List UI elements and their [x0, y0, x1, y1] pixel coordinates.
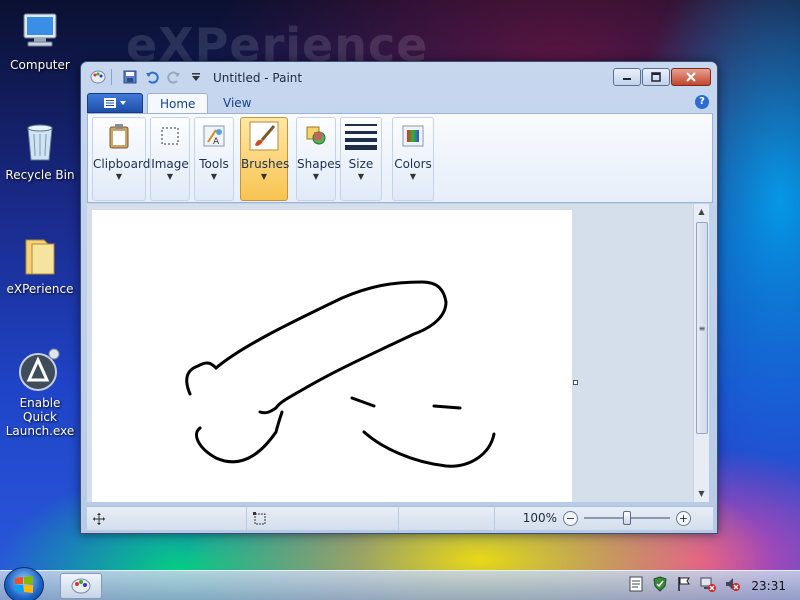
maximize-button[interactable]	[642, 68, 670, 86]
tools-icon: A	[198, 120, 230, 152]
taskbar-button-paint[interactable]	[60, 573, 102, 599]
desktop-icon-label: eXPerience	[6, 282, 74, 296]
close-icon	[686, 72, 696, 82]
image-size-section	[399, 507, 495, 531]
ribbon-group-size[interactable]: Size ▼	[340, 117, 382, 201]
ribbon-group-shapes[interactable]: Shapes ▼	[296, 117, 341, 201]
taskbar-clock[interactable]: 23:31	[751, 579, 786, 593]
quick-access-toolbar	[89, 69, 205, 85]
title-bar[interactable]: Untitled - Paint	[81, 62, 717, 92]
taskbar: 23:31	[0, 567, 800, 600]
clipboard-icon	[103, 120, 135, 152]
ribbon-group-label: Clipboard	[93, 157, 151, 171]
ribbon-group-brushes[interactable]: Brushes ▼	[240, 117, 290, 201]
colors-icon	[397, 120, 429, 152]
quick-launch-app-icon	[18, 348, 62, 392]
document-tray-icon[interactable]	[628, 576, 644, 592]
chevron-down-icon: ▼	[115, 172, 123, 181]
desktop-icon-enable-quick-launch[interactable]: Enable Quick Launch.exe	[2, 348, 78, 438]
windows-logo-icon	[15, 576, 33, 593]
ribbon-group-label: Tools	[199, 157, 229, 171]
paint-app-icon	[71, 578, 91, 594]
chevron-down-icon: ▼	[210, 172, 218, 181]
folder-icon	[18, 234, 62, 278]
selection-size-section	[247, 507, 399, 531]
ribbon-group-label: Colors	[394, 157, 432, 171]
undo-icon[interactable]	[143, 69, 161, 85]
canvas-drawing	[185, 280, 496, 468]
qat-separator	[111, 69, 117, 85]
zoom-in-button[interactable]: +	[676, 510, 691, 526]
desktop-icon-computer[interactable]: Computer	[2, 10, 78, 72]
canvas-workspace[interactable]: ▲ ≡ ▼	[87, 204, 709, 502]
desktop-icon-experience-folder[interactable]: eXPerience	[2, 234, 78, 296]
desktop-icon-label: Enable Quick Launch.exe	[5, 396, 75, 438]
action-center-flag-icon[interactable]	[676, 576, 692, 592]
close-button[interactable]	[671, 68, 711, 86]
desktop-icon-label: Recycle Bin	[5, 168, 75, 182]
ribbon-tabs: Home View ?	[87, 91, 713, 113]
cursor-position-section	[87, 507, 247, 531]
minimize-icon	[623, 78, 631, 80]
zoom-level: 100%	[522, 511, 557, 525]
chevron-down-icon: ▼	[166, 172, 174, 181]
ribbon-group-clipboard[interactable]: Clipboard ▼	[92, 117, 151, 201]
tab-view[interactable]: View	[211, 93, 263, 113]
ribbon-group-label: Shapes	[297, 157, 341, 171]
security-shield-icon[interactable]	[652, 576, 668, 592]
svg-text:A: A	[213, 137, 220, 147]
image-select-icon	[154, 120, 186, 152]
chevron-down-icon: ▼	[260, 172, 268, 181]
ribbon-home: Clipboard ▼ Image ▼ A Tools ▼ Brushes ▼	[87, 113, 713, 203]
system-tray	[628, 576, 740, 592]
chevron-down-icon: ▼	[312, 172, 320, 181]
tab-home[interactable]: Home	[147, 93, 209, 113]
desktop-icon-label: Computer	[10, 58, 70, 72]
paint-window: Untitled - Paint Home View ? Clipboard ▼…	[80, 61, 718, 534]
redo-icon[interactable]	[165, 69, 183, 85]
start-button[interactable]	[4, 567, 44, 600]
zoom-out-button[interactable]: −	[563, 510, 578, 526]
chevron-down-icon: ▼	[409, 172, 417, 181]
app-menu-icon	[104, 98, 126, 108]
volume-muted-icon[interactable]	[724, 576, 740, 592]
save-icon[interactable]	[121, 69, 139, 85]
window-controls	[613, 68, 711, 86]
zoom-control: 100% − +	[523, 510, 691, 526]
vertical-scrollbar[interactable]: ▲ ≡ ▼	[693, 204, 709, 502]
shapes-icon	[300, 120, 332, 152]
scroll-down-icon[interactable]: ▼	[694, 486, 709, 502]
ribbon-group-label: Size	[348, 157, 374, 171]
window-title: Untitled - Paint	[213, 71, 303, 85]
scroll-up-icon[interactable]: ▲	[694, 204, 709, 220]
cursor-position-icon	[93, 513, 105, 525]
chevron-down-icon: ▼	[357, 172, 365, 181]
ribbon-group-colors[interactable]: Colors ▼	[392, 117, 434, 201]
maximize-icon	[651, 72, 661, 82]
help-icon[interactable]: ?	[695, 95, 709, 109]
minimize-button[interactable]	[613, 68, 641, 86]
application-menu-button[interactable]	[87, 93, 143, 113]
zoom-slider[interactable]	[584, 510, 670, 526]
ribbon-group-tools[interactable]: A Tools ▼	[194, 117, 234, 201]
drawing-canvas[interactable]	[92, 210, 572, 502]
status-bar: 100% − +	[87, 506, 713, 531]
selection-size-icon	[253, 512, 266, 525]
ribbon-group-label: Brushes	[241, 157, 290, 171]
brush-icon	[248, 120, 280, 152]
zoom-slider-knob[interactable]	[623, 511, 631, 525]
customize-qat-icon[interactable]	[187, 69, 205, 85]
size-icon	[345, 120, 377, 152]
computer-icon	[18, 10, 62, 54]
ribbon-group-label: Image	[151, 157, 189, 171]
scrollbar-thumb[interactable]: ≡	[696, 222, 708, 434]
desktop-icon-recycle-bin[interactable]: Recycle Bin	[2, 120, 78, 182]
canvas-resize-handle[interactable]	[573, 380, 578, 385]
recycle-bin-icon	[18, 120, 62, 164]
network-disconnected-icon[interactable]	[700, 576, 716, 592]
paint-app-icon[interactable]	[89, 69, 107, 85]
ribbon-group-image[interactable]: Image ▼	[150, 117, 190, 201]
